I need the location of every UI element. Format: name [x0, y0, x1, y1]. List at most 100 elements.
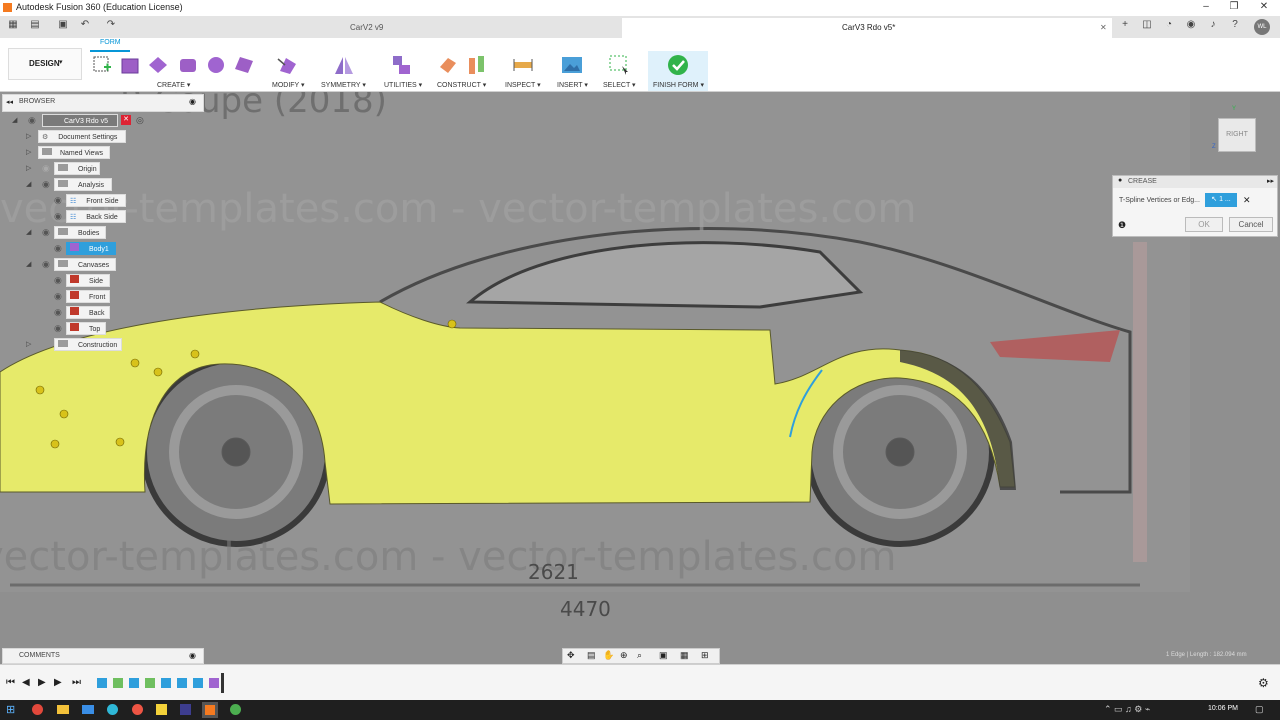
eye-icon[interactable]: ◉ [42, 163, 50, 174]
expand-canvases-icon[interactable]: ◢ [26, 260, 31, 268]
eye-icon[interactable]: ◉ [54, 291, 62, 302]
browser-options-icon[interactable]: ◉ [189, 97, 196, 106]
eye-icon[interactable]: ◉ [42, 179, 50, 190]
eye-icon[interactable]: ◉ [28, 115, 36, 126]
modify-menu[interactable]: MODIFY ▾ [272, 81, 305, 89]
timeline-feature-form[interactable] [209, 678, 219, 688]
selection-field[interactable]: ↖ 1 ... [1205, 193, 1237, 207]
notification-center-icon[interactable]: ▢ [1255, 704, 1264, 715]
modify-icon[interactable] [276, 55, 298, 75]
expand-document-settings-icon[interactable]: ▷ [26, 132, 31, 140]
expand-origin-icon[interactable]: ▷ [26, 164, 31, 172]
info-icon[interactable]: ❶ [1118, 220, 1126, 231]
expand-construction-icon[interactable]: ▷ [26, 340, 31, 348]
offset-plane-icon[interactable] [438, 55, 458, 75]
tab-form[interactable]: FORM [90, 38, 130, 52]
cylinder-icon[interactable] [178, 56, 198, 74]
tree-item-canvas-side[interactable]: Side [66, 274, 110, 287]
eye-icon[interactable]: ◉ [54, 243, 62, 254]
online-icon[interactable]: ◉ [1184, 19, 1198, 33]
sphere-icon[interactable] [206, 56, 226, 74]
expand-dialog-icon[interactable]: ▸▸ [1267, 177, 1274, 185]
mail-icon[interactable] [82, 705, 94, 714]
tab-carv2[interactable]: CarV2 v9 [210, 18, 620, 38]
tree-item-root[interactable]: CarV3 Rdo v5 [42, 114, 118, 127]
play-icon[interactable]: ▶ [38, 677, 46, 688]
activate-icon[interactable]: ◎ [136, 115, 144, 126]
quadball-icon[interactable] [234, 56, 254, 74]
sticky-notes-icon[interactable] [156, 704, 167, 715]
finish-form-button[interactable]: FINISH FORM ▾ [648, 51, 708, 91]
help-icon[interactable]: ? [1228, 19, 1242, 33]
select-icon[interactable] [608, 54, 630, 76]
chrome-window-icon[interactable] [230, 704, 241, 715]
select-menu[interactable]: SELECT ▾ [603, 81, 636, 89]
comments-options-icon[interactable]: ◉ [189, 651, 196, 660]
step-back-icon[interactable]: ◀ [22, 677, 30, 688]
eye-icon[interactable]: ◉ [42, 259, 50, 270]
tree-item-body1[interactable]: Body1 [66, 242, 116, 255]
measure-icon[interactable] [512, 57, 534, 73]
job-status-icon[interactable]: ◔ [1162, 19, 1176, 33]
timeline-feature-canvas[interactable] [97, 678, 107, 688]
insert-menu[interactable]: INSERT ▾ [557, 81, 588, 89]
fit-icon[interactable]: ⌕ [637, 650, 642, 661]
save-icon[interactable]: ▣ [56, 19, 70, 33]
clear-selection-icon[interactable]: ✕ [1243, 195, 1251, 206]
look-at-icon[interactable]: ▤ [587, 650, 596, 661]
create-sketch-icon[interactable] [92, 55, 112, 75]
tree-item-canvas-back[interactable]: Back [66, 306, 110, 319]
close-window-button[interactable]: ✕ [1254, 1, 1274, 15]
zoom-icon[interactable]: ⊕ [620, 650, 628, 661]
viewports-icon[interactable]: ⊞ [701, 650, 709, 661]
tree-item-bodies[interactable]: Bodies [54, 226, 106, 239]
user-avatar[interactable]: WL [1254, 19, 1270, 35]
file-menu-icon[interactable]: ▤ [28, 19, 42, 33]
eye-icon[interactable]: ◉ [54, 275, 62, 286]
construct-menu[interactable]: CONSTRUCT ▾ [437, 81, 486, 89]
grid-menu-icon[interactable]: ▦ [6, 19, 20, 33]
comments-panel[interactable]: COMMENTS ◉ [2, 648, 204, 664]
plane-icon[interactable] [148, 56, 168, 74]
collapse-dialog-icon[interactable]: ● [1118, 177, 1122, 184]
new-tab-icon[interactable]: + [1118, 19, 1132, 33]
timeline-feature-canvas[interactable] [145, 678, 155, 688]
tree-item-canvases[interactable]: Canvases [54, 258, 116, 271]
expand-named-views-icon[interactable]: ▷ [26, 148, 31, 156]
tree-item-analysis[interactable]: Analysis [54, 178, 112, 191]
eye-icon[interactable]: ◉ [54, 323, 62, 334]
eye-icon[interactable]: ◉ [54, 195, 62, 206]
symmetry-icon[interactable] [333, 55, 355, 75]
notifications-icon[interactable]: ♪ [1206, 19, 1220, 33]
tree-item-canvas-top[interactable]: Top [66, 322, 106, 335]
insert-image-icon[interactable] [561, 55, 583, 75]
go-to-end-icon[interactable]: ⏭ [72, 677, 81, 688]
tree-item-construction[interactable]: Construction [54, 338, 122, 351]
eye-icon[interactable]: ◉ [42, 227, 50, 238]
pan-icon[interactable]: ✋ [603, 650, 614, 661]
step-forward-icon[interactable]: ▶ [54, 677, 62, 688]
symmetry-menu[interactable]: SYMMETRY ▾ [321, 81, 366, 89]
tree-item-canvas-front[interactable]: Front [66, 290, 110, 303]
tree-item-back-side[interactable]: ☷ Back Side [66, 210, 126, 223]
file-explorer-icon[interactable] [57, 705, 69, 714]
workspace-switcher[interactable]: DESIGN ▾ [8, 48, 82, 80]
edge-icon[interactable] [107, 704, 118, 715]
timeline-feature-canvas[interactable] [177, 678, 187, 688]
app-icon[interactable] [180, 704, 191, 715]
expand-analysis-icon[interactable]: ◢ [26, 180, 31, 188]
viewcube[interactable]: RIGHT [1218, 118, 1256, 152]
timeline-settings-icon[interactable]: ⚙ [1258, 676, 1269, 690]
box-icon[interactable] [120, 56, 140, 74]
midplane-icon[interactable] [466, 54, 488, 76]
chrome-icon[interactable] [32, 704, 43, 715]
inspect-menu[interactable]: INSPECT ▾ [505, 81, 541, 89]
expand-root-icon[interactable]: ◢ [12, 116, 17, 124]
tray-icons[interactable]: ⌃ ▭ ♫ ⚙ ⌁ [1104, 704, 1150, 715]
timeline-feature-canvas[interactable] [129, 678, 139, 688]
extensions-icon[interactable]: ◫ [1140, 19, 1154, 33]
tree-item-named-views[interactable]: Named Views [38, 146, 110, 159]
go-to-start-icon[interactable]: ⏮ [6, 677, 15, 688]
maximize-button[interactable]: ❐ [1224, 1, 1244, 15]
close-tab-icon[interactable]: ✕ [1100, 18, 1107, 38]
